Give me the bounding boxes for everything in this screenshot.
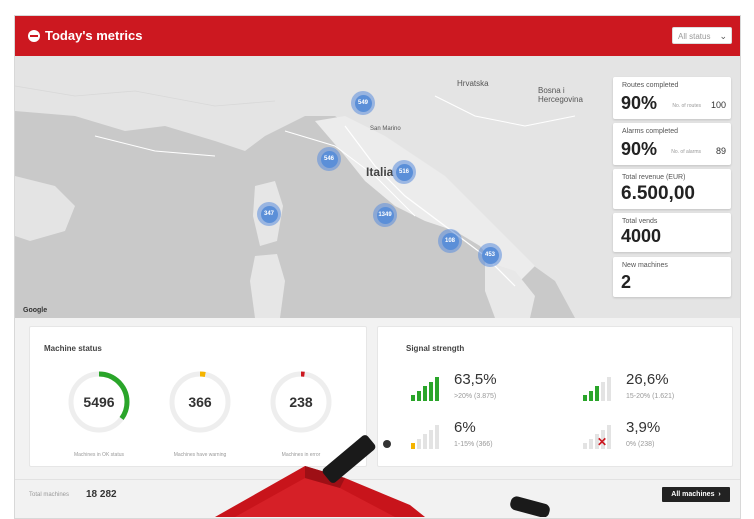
signal-bar xyxy=(423,434,427,449)
kpi-label: Total revenue (EUR) xyxy=(622,174,686,181)
signal-percent: 26,6% xyxy=(626,371,669,388)
signal-item: 26,6% 15-20% (1.621) xyxy=(583,371,723,407)
signal-bar xyxy=(435,425,439,449)
kpi-card-alarms: Alarms completed 90% No. of alarms 89 xyxy=(613,123,731,165)
gauge-caption: Machines in error xyxy=(281,452,321,458)
signal-bar xyxy=(583,443,587,449)
signal-bar xyxy=(423,386,427,401)
panel-title: Signal strength xyxy=(406,344,465,353)
gauge-ok: 5496 xyxy=(68,371,130,433)
kpi-sub-value: 100 xyxy=(710,100,726,110)
signal-bar xyxy=(411,443,415,449)
panel-title: Machine status xyxy=(44,344,102,353)
signal-detail: 1-15% (366) xyxy=(454,441,493,448)
kpi-sub-label: No. of routes xyxy=(672,103,701,109)
footer-bar: Total machines 18 282 All machines › xyxy=(15,479,740,518)
no-signal-icon: ✕ xyxy=(597,435,607,449)
kpi-value: 4000 xyxy=(621,226,662,246)
signal-strength-panel: Signal strength 63,5% >20% (3.875) 26,6%… xyxy=(377,326,733,467)
signal-bars-icon: ✕ xyxy=(583,425,619,449)
signal-bar xyxy=(601,381,605,401)
signal-detail: >20% (3.875) xyxy=(454,393,497,400)
map-label-hrvatska: Hrvatska xyxy=(457,79,489,88)
signal-bars-icon xyxy=(583,377,619,401)
kpi-value: 90% xyxy=(621,139,658,159)
kpi-value: 2 xyxy=(621,272,632,292)
all-machines-label: All machines xyxy=(671,491,715,498)
signal-bar xyxy=(589,390,593,401)
kpi-value: 6.500,00 xyxy=(621,183,695,204)
total-machines-value: 18 282 xyxy=(86,489,117,500)
status-filter-value: All status xyxy=(678,32,711,41)
gauge-warning: 366 xyxy=(169,371,231,433)
signal-bar xyxy=(417,438,421,449)
signal-detail: 0% (238) xyxy=(626,441,655,448)
signal-percent: 6% xyxy=(454,419,476,436)
header-bar: Today's metrics All status ⌄ xyxy=(15,16,740,56)
gauge-caption: Machines in OK status xyxy=(73,452,125,458)
kpi-value: 90% xyxy=(621,93,658,113)
signal-bar xyxy=(595,386,599,401)
status-filter-select[interactable]: All status ⌄ xyxy=(672,27,732,44)
map-cluster-marker[interactable]: 549 xyxy=(351,91,375,115)
signal-bar xyxy=(429,429,433,449)
signal-item: 63,5% >20% (3.875) xyxy=(411,371,551,407)
kpi-label: Total vends xyxy=(622,218,658,225)
signal-item: ✕ 3,9% 0% (238) xyxy=(583,419,723,455)
kpi-label: Routes completed xyxy=(622,82,679,89)
kpi-card-new-machines: New machines 2 xyxy=(613,257,731,297)
signal-bar xyxy=(429,381,433,401)
map-cluster-marker[interactable]: 108 xyxy=(438,229,462,253)
map-cluster-marker[interactable]: 453 xyxy=(478,243,502,267)
signal-bar xyxy=(589,438,593,449)
page-title: Today's metrics xyxy=(45,28,143,43)
gauge-value: 5496 xyxy=(83,394,115,410)
signal-bar xyxy=(435,377,439,401)
chevron-right-icon: › xyxy=(716,491,721,498)
brand-logo-icon xyxy=(28,30,40,42)
gauge-value: 366 xyxy=(188,394,212,410)
kpi-sub-value: 89 xyxy=(715,146,726,156)
signal-bar xyxy=(417,390,421,401)
signal-bar xyxy=(583,395,587,401)
map-cluster-marker[interactable]: 516 xyxy=(392,160,416,184)
kpi-label: New machines xyxy=(622,262,668,269)
signal-detail: 15-20% (1.621) xyxy=(626,393,675,400)
signal-bar xyxy=(607,377,611,401)
kpi-sub-label: No. of alarms xyxy=(671,149,701,155)
map-cluster-marker[interactable]: 546 xyxy=(317,147,341,171)
map-label-country: Italia xyxy=(366,165,394,179)
signal-percent: 3,9% xyxy=(626,419,661,436)
all-machines-button[interactable]: All machines › xyxy=(662,487,730,502)
dashboard-frame: Today's metrics All status ⌄ Italia Hrva… xyxy=(14,15,741,519)
google-logo: Google xyxy=(23,307,48,314)
signal-bars-icon xyxy=(411,377,447,401)
gauge-caption: Machines have warning xyxy=(173,452,227,458)
map-label-bosnia: Bosna i Hercegovina xyxy=(538,86,583,104)
kpi-card-routes: Routes completed 90% No. of routes 100 xyxy=(613,77,731,119)
chevron-down-icon: ⌄ xyxy=(719,31,727,41)
signal-bar xyxy=(607,425,611,449)
kpi-label: Alarms completed xyxy=(622,128,679,135)
gauge-value: 238 xyxy=(289,394,313,410)
total-machines-label: Total machines xyxy=(29,492,70,498)
gauge-error: 238 xyxy=(270,371,332,433)
machine-status-panel: Machine status 5496 Machines in OK statu… xyxy=(29,326,367,467)
kpi-card-revenue: Total revenue (EUR) 6.500,00 xyxy=(613,169,731,209)
signal-item: 6% 1-15% (366) xyxy=(411,419,551,455)
signal-percent: 63,5% xyxy=(454,371,497,388)
kpi-card-vends: Total vends 4000 xyxy=(613,213,731,252)
signal-bar xyxy=(411,395,415,401)
signal-bars-icon xyxy=(411,425,447,449)
map-cluster-marker[interactable]: 347 xyxy=(257,202,281,226)
map-cluster-marker[interactable]: 1349 xyxy=(373,203,397,227)
map-label-san-marino: San Marino xyxy=(370,126,401,132)
